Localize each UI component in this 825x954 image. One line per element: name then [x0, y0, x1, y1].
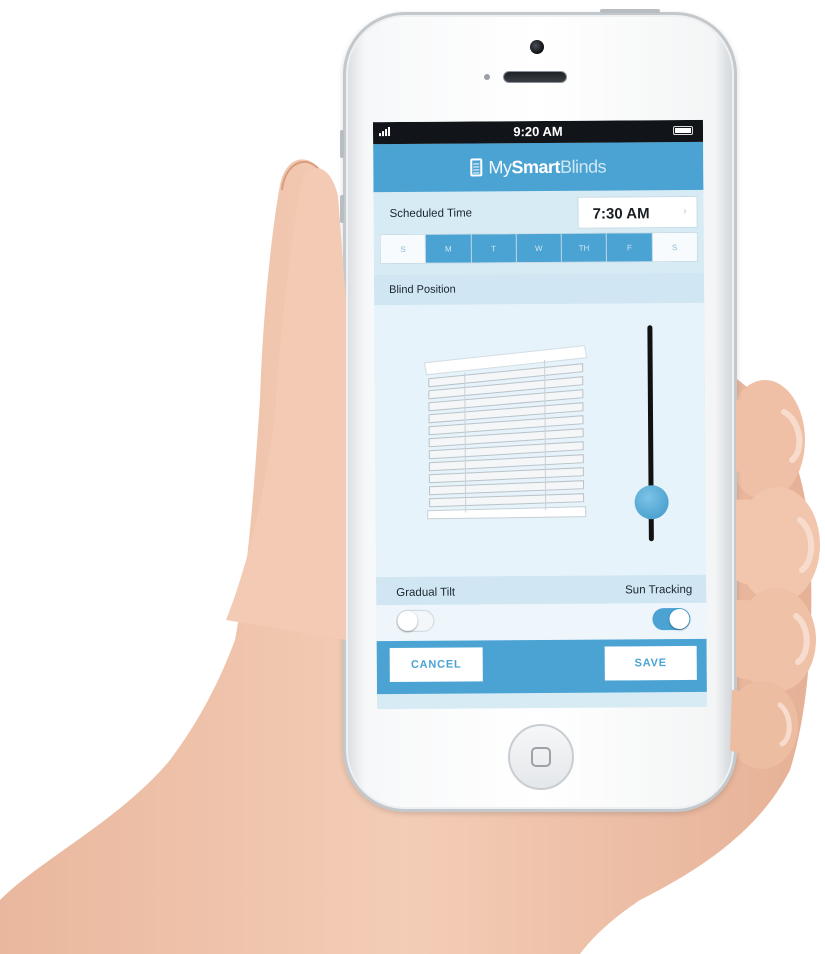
toggle-knob: [669, 608, 690, 630]
options-toggles: [376, 602, 707, 642]
day-toggle-friday[interactable]: F: [607, 233, 653, 262]
app-logo: MySmartBlinds: [488, 156, 606, 178]
gradual-tilt-label: Gradual Tilt: [396, 586, 456, 600]
status-time: 9:20 AM: [513, 123, 563, 140]
blinds-logo-icon: [470, 158, 483, 177]
sun-tracking-label: Sun Tracking: [625, 583, 693, 597]
options-header: Gradual Tilt Sun Tracking: [376, 574, 707, 606]
blind-position-panel: [374, 302, 707, 578]
day-toggle-sunday[interactable]: S: [380, 234, 427, 264]
home-square-icon: [531, 747, 551, 767]
day-toggle-tuesday[interactable]: T: [471, 234, 517, 263]
footer-bar: CANCEL SAVE: [376, 638, 707, 695]
chevron-right-icon: ›: [683, 205, 687, 217]
power-button: [600, 9, 660, 13]
day-selector: S M T W TH F S: [379, 231, 698, 265]
blind-position-header: Blind Position: [374, 272, 705, 306]
day-toggle-thursday[interactable]: TH: [561, 233, 608, 262]
home-button[interactable]: [508, 724, 574, 790]
logo-word-blinds: Blinds: [559, 156, 607, 177]
earpiece-speaker: [503, 71, 567, 83]
blind-position-slider-handle[interactable]: [634, 485, 669, 520]
front-camera: [530, 40, 544, 54]
save-button[interactable]: SAVE: [604, 645, 697, 681]
cancel-button[interactable]: CANCEL: [389, 647, 483, 683]
toggle-knob: [397, 610, 418, 632]
day-toggle-saturday[interactable]: S: [652, 232, 697, 262]
scheduled-time-row: Scheduled Time 7:30 AM ›: [379, 195, 698, 231]
battery-icon: [672, 125, 694, 136]
scheduled-time-value: 7:30 AM: [592, 205, 650, 223]
logo-word-my: My: [488, 156, 512, 177]
app-screen: 9:20 AM MySmartBlinds Scheduled Time 7:3…: [372, 119, 708, 710]
blind-position-label: Blind Position: [389, 283, 456, 297]
volume-up-button: [340, 130, 344, 158]
status-bar: 9:20 AM: [372, 119, 704, 145]
scheduled-time-picker[interactable]: 7:30 AM ›: [577, 195, 698, 229]
day-toggle-wednesday[interactable]: W: [516, 233, 563, 263]
gradual-tilt-toggle[interactable]: [396, 609, 435, 633]
app-header: MySmartBlinds: [373, 141, 704, 193]
day-toggle-monday[interactable]: M: [426, 234, 472, 263]
volume-down-button: [340, 195, 344, 223]
scheduled-time-label: Scheduled Time: [389, 207, 473, 221]
window-blind-image: [424, 345, 588, 520]
logo-word-smart: Smart: [511, 156, 561, 177]
sun-tracking-toggle[interactable]: [652, 607, 691, 631]
proximity-sensor: [484, 74, 490, 80]
